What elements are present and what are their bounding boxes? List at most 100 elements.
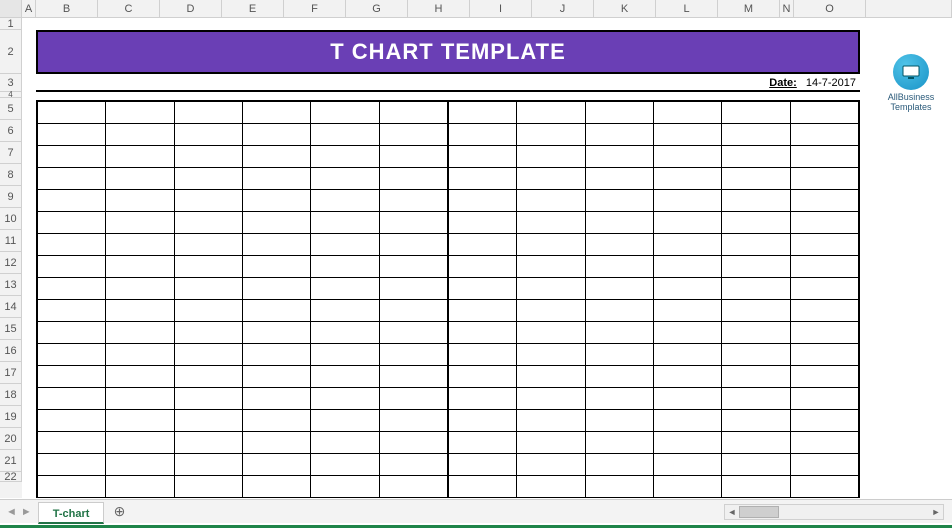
- sheet-tab-tchart[interactable]: T-chart: [38, 502, 105, 524]
- tchart-cell[interactable]: [517, 124, 585, 146]
- tchart-cell[interactable]: [654, 388, 722, 410]
- tchart-cell[interactable]: [449, 124, 517, 146]
- tchart-cell[interactable]: [654, 102, 722, 124]
- tchart-cell[interactable]: [449, 322, 517, 344]
- tchart-cell[interactable]: [243, 168, 311, 190]
- tchart-cell[interactable]: [38, 168, 106, 190]
- tchart-cell[interactable]: [380, 124, 449, 146]
- tchart-cell[interactable]: [517, 300, 585, 322]
- tchart-cell[interactable]: [380, 300, 449, 322]
- tchart-cell[interactable]: [380, 146, 449, 168]
- tchart-cell[interactable]: [38, 300, 106, 322]
- row-header-22[interactable]: 22: [0, 472, 22, 482]
- col-header-O[interactable]: O: [794, 0, 866, 18]
- tchart-cell[interactable]: [791, 432, 858, 454]
- hscroll-thumb[interactable]: [739, 506, 779, 518]
- tchart-cell[interactable]: [449, 168, 517, 190]
- row-header-16[interactable]: 16: [0, 340, 22, 362]
- cells-canvas[interactable]: T CHART TEMPLATE Date: 14-7-2017 AllBusi…: [22, 18, 952, 498]
- tchart-cell[interactable]: [175, 190, 243, 212]
- tchart-cell[interactable]: [791, 234, 858, 256]
- col-header-B[interactable]: B: [36, 0, 98, 18]
- tchart-cell[interactable]: [654, 476, 722, 498]
- tchart-cell[interactable]: [311, 454, 379, 476]
- col-header-H[interactable]: H: [408, 0, 470, 18]
- new-sheet-button[interactable]: ⊕: [108, 501, 130, 523]
- tchart-cell[interactable]: [175, 300, 243, 322]
- tchart-cell[interactable]: [517, 146, 585, 168]
- tchart-cell[interactable]: [106, 190, 174, 212]
- tchart-cell[interactable]: [722, 234, 790, 256]
- tchart-cell[interactable]: [243, 234, 311, 256]
- tchart-cell[interactable]: [722, 344, 790, 366]
- tchart-cell[interactable]: [586, 300, 654, 322]
- tchart-cell[interactable]: [311, 102, 379, 124]
- tchart-cell[interactable]: [722, 432, 790, 454]
- tchart-cell[interactable]: [517, 454, 585, 476]
- col-header-D[interactable]: D: [160, 0, 222, 18]
- tchart-cell[interactable]: [586, 190, 654, 212]
- tchart-cell[interactable]: [106, 256, 174, 278]
- tchart-cell[interactable]: [654, 190, 722, 212]
- tchart-cell[interactable]: [175, 344, 243, 366]
- tchart-cell[interactable]: [654, 146, 722, 168]
- tchart-cell[interactable]: [791, 102, 858, 124]
- tchart-cell[interactable]: [517, 168, 585, 190]
- tchart-cell[interactable]: [106, 344, 174, 366]
- tchart-cell[interactable]: [586, 256, 654, 278]
- row-header-11[interactable]: 11: [0, 230, 22, 252]
- tchart-cell[interactable]: [243, 388, 311, 410]
- tchart-cell[interactable]: [311, 278, 379, 300]
- tchart-cell[interactable]: [791, 388, 858, 410]
- tchart-cell[interactable]: [654, 454, 722, 476]
- row-header-6[interactable]: 6: [0, 120, 22, 142]
- tchart-cell[interactable]: [38, 432, 106, 454]
- tchart-cell[interactable]: [380, 102, 449, 124]
- tchart-cell[interactable]: [38, 124, 106, 146]
- tchart-cell[interactable]: [586, 322, 654, 344]
- tchart-cell[interactable]: [517, 322, 585, 344]
- row-header-17[interactable]: 17: [0, 362, 22, 384]
- row-header-15[interactable]: 15: [0, 318, 22, 340]
- tchart-cell[interactable]: [449, 454, 517, 476]
- tchart-cell[interactable]: [175, 168, 243, 190]
- tchart-cell[interactable]: [243, 190, 311, 212]
- tchart-cell[interactable]: [38, 146, 106, 168]
- tchart-cell[interactable]: [311, 234, 379, 256]
- row-header-20[interactable]: 20: [0, 428, 22, 450]
- tchart-cell[interactable]: [517, 102, 585, 124]
- tchart-cell[interactable]: [243, 322, 311, 344]
- tchart-cell[interactable]: [654, 278, 722, 300]
- tab-nav-arrows[interactable]: ◄ ►: [0, 506, 38, 518]
- tchart-cell[interactable]: [722, 278, 790, 300]
- tchart-cell[interactable]: [380, 388, 449, 410]
- tchart-cell[interactable]: [106, 366, 174, 388]
- tchart-cell[interactable]: [517, 190, 585, 212]
- tchart-cell[interactable]: [175, 146, 243, 168]
- tchart-cell[interactable]: [722, 366, 790, 388]
- tchart-cell[interactable]: [791, 366, 858, 388]
- tchart-cell[interactable]: [311, 344, 379, 366]
- tchart-cell[interactable]: [311, 300, 379, 322]
- col-header-N[interactable]: N: [780, 0, 794, 18]
- tchart-cell[interactable]: [791, 190, 858, 212]
- tchart-cell[interactable]: [311, 168, 379, 190]
- tchart-cell[interactable]: [722, 146, 790, 168]
- tchart-cell[interactable]: [38, 388, 106, 410]
- tchart-cell[interactable]: [791, 410, 858, 432]
- tchart-cell[interactable]: [38, 322, 106, 344]
- tchart-cell[interactable]: [175, 234, 243, 256]
- row-header-2[interactable]: 2: [0, 30, 22, 74]
- row-header-13[interactable]: 13: [0, 274, 22, 296]
- tchart-cell[interactable]: [106, 124, 174, 146]
- tchart-cell[interactable]: [722, 212, 790, 234]
- tchart-cell[interactable]: [380, 410, 449, 432]
- tchart-cell[interactable]: [449, 190, 517, 212]
- tchart-cell[interactable]: [243, 256, 311, 278]
- select-all-corner[interactable]: [0, 0, 22, 18]
- tchart-cell[interactable]: [517, 476, 585, 498]
- tchart-cell[interactable]: [380, 454, 449, 476]
- tchart-cell[interactable]: [380, 322, 449, 344]
- row-header-19[interactable]: 19: [0, 406, 22, 428]
- tchart-cell[interactable]: [175, 212, 243, 234]
